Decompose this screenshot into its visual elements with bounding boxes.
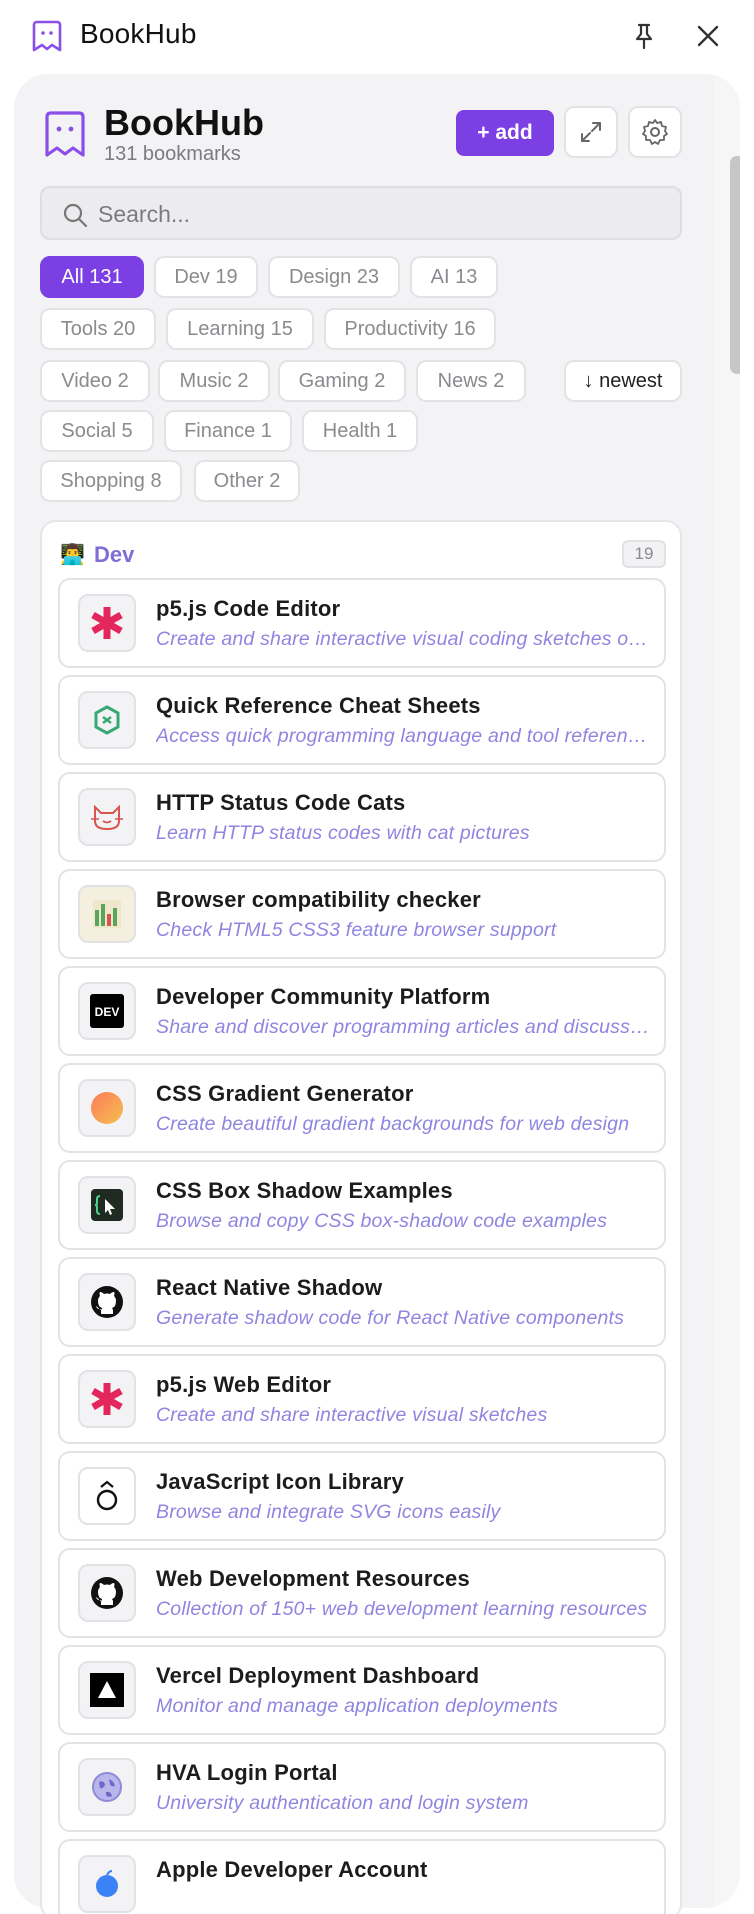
category-chip-tools[interactable]: Tools 20 [40,308,156,350]
bookmark-description: Share and discover programming articles … [156,1016,652,1038]
bookmark-item[interactable]: Quick Reference Cheat Sheets Access quic… [58,675,666,765]
section-title[interactable]: Dev [94,542,134,568]
cat-icon [78,788,136,846]
github-icon [78,1273,136,1331]
bookmark-title: Vercel Deployment Dashboard [156,1663,480,1688]
category-chip-learning[interactable]: Learning 15 [166,308,314,350]
scrollbar-thumb[interactable] [730,156,740,374]
category-chip-gaming[interactable]: Gaming 2 [278,360,406,402]
bookmark-item[interactable]: CSS Box Shadow Examples Browse and copy … [58,1160,666,1250]
close-button[interactable] [692,20,724,52]
section-count-badge: 19 [622,540,666,568]
o-circumflex-icon [78,1467,136,1525]
bookmark-item[interactable]: Apple Developer Account [58,1839,666,1914]
bookmark-description: Access quick programming language and to… [156,725,652,747]
bookmark-description: Monitor and manage application deploymen… [156,1695,558,1717]
bookmark-item[interactable]: HVA Login Portal University authenticati… [58,1742,666,1832]
bookmark-title: HTTP Status Code Cats [156,790,406,815]
category-chip-design[interactable]: Design 23 [268,256,400,298]
github-icon [78,1564,136,1622]
bookmark-title: JavaScript Icon Library [156,1469,404,1494]
category-chip-all[interactable]: All 131 [40,256,144,298]
bookmark-title: CSS Gradient Generator [156,1081,414,1106]
category-chip-other[interactable]: Other 2 [194,460,300,502]
category-chip-music[interactable]: Music 2 [158,360,270,402]
bookmark-title: Apple Developer Account [156,1857,428,1882]
window-title: BookHub [80,18,197,49]
bookmark-description: Browse and integrate SVG icons easily [156,1501,501,1523]
search-icon [63,203,88,228]
bookmark-title: Browser compatibility checker [156,887,481,912]
bookmark-item[interactable]: HTTP Status Code Cats Learn HTTP status … [58,772,666,862]
bookmark-description: Browse and copy CSS box-shadow code exam… [156,1210,608,1232]
bookmark-logo-icon [32,20,62,52]
bookmark-item[interactable]: CSS Gradient Generator Create beautiful … [58,1063,666,1153]
bookmark-title: Web Development Resources [156,1566,470,1591]
bookmark-title: HVA Login Portal [156,1760,338,1785]
apple-icon [78,1855,136,1913]
bookmark-title: React Native Shadow [156,1275,383,1300]
sort-newest-button[interactable]: ↓ newest [564,360,682,402]
bookmark-item[interactable]: JavaScript Icon Library Browse and integ… [58,1451,666,1541]
settings-button[interactable] [628,106,682,158]
category-chip-finance[interactable]: Finance 1 [164,410,292,452]
bookmark-description: Create and share interactive visual sket… [156,1404,548,1426]
bookmark-description: Create and share interactive visual codi… [156,628,652,650]
bookmark-item[interactable]: p5.js Web Editor Create and share intera… [58,1354,666,1444]
bookmark-description: Generate shadow code for React Native co… [156,1307,625,1329]
bookmark-logo-icon [45,111,85,157]
vercel-triangle-icon [78,1661,136,1719]
bookmark-description: Learn HTTP status codes with cat picture… [156,822,530,844]
app-name: BookHub [104,102,264,143]
cursor-brackets-icon [78,1176,136,1234]
search-input[interactable] [98,196,658,232]
bookmark-description: Create beautiful gradient backgrounds fo… [156,1113,630,1135]
bookmark-title: Developer Community Platform [156,984,491,1009]
bookmark-description: Collection of 150+ web development learn… [156,1598,648,1620]
gradient-circle-icon [78,1079,136,1137]
pin-button[interactable] [628,20,660,52]
quickref-icon [78,691,136,749]
bookmark-description: Check HTML5 CSS3 feature browser support [156,919,557,941]
category-chip-news[interactable]: News 2 [416,360,526,402]
caniuse-chart-icon [78,885,136,943]
category-chip-dev[interactable]: Dev 19 [154,256,258,298]
category-section-dev: 👨‍💻 Dev 19 p5.js Code Editor Create and … [40,520,682,1914]
section-emoji: 👨‍💻 [60,544,85,566]
globe-icon [78,1758,136,1816]
bookmark-title: p5.js Code Editor [156,596,341,621]
bookmark-item[interactable]: Browser compatibility checker Check HTML… [58,869,666,959]
category-chip-ai[interactable]: AI 13 [410,256,498,298]
bookmark-count: 131 bookmarks [104,143,241,165]
category-chip-health[interactable]: Health 1 [302,410,418,452]
expand-icon [581,122,601,142]
dev-logo-icon: DEV [78,982,136,1040]
gear-icon [642,119,668,145]
add-bookmark-button[interactable]: + add [456,110,554,156]
category-chip-productivity[interactable]: Productivity 16 [324,308,496,350]
svg-text:DEV: DEV [95,1005,120,1019]
bookmark-item[interactable]: DEV Developer Community Platform Share a… [58,966,666,1056]
category-chip-shopping[interactable]: Shopping 8 [40,460,182,502]
pin-icon [635,23,653,49]
bookmark-title: p5.js Web Editor [156,1372,332,1397]
p5js-asterisk-icon [78,594,136,652]
window-titlebar: BookHub [0,0,754,72]
bookmark-description: University authentication and login syst… [156,1792,529,1814]
expand-button[interactable] [564,106,618,158]
bookmark-title: Quick Reference Cheat Sheets [156,693,481,718]
search-bar [40,186,682,240]
category-chip-social[interactable]: Social 5 [40,410,154,452]
bookmark-item[interactable]: React Native Shadow Generate shadow code… [58,1257,666,1347]
category-chip-video[interactable]: Video 2 [40,360,150,402]
close-icon [697,25,719,47]
bookmark-item[interactable]: p5.js Code Editor Create and share inter… [58,578,666,668]
bookmark-item[interactable]: Web Development Resources Collection of … [58,1548,666,1638]
bookmark-title: CSS Box Shadow Examples [156,1178,453,1203]
p5js-asterisk-icon [78,1370,136,1428]
bookmark-item[interactable]: Vercel Deployment Dashboard Monitor and … [58,1645,666,1735]
